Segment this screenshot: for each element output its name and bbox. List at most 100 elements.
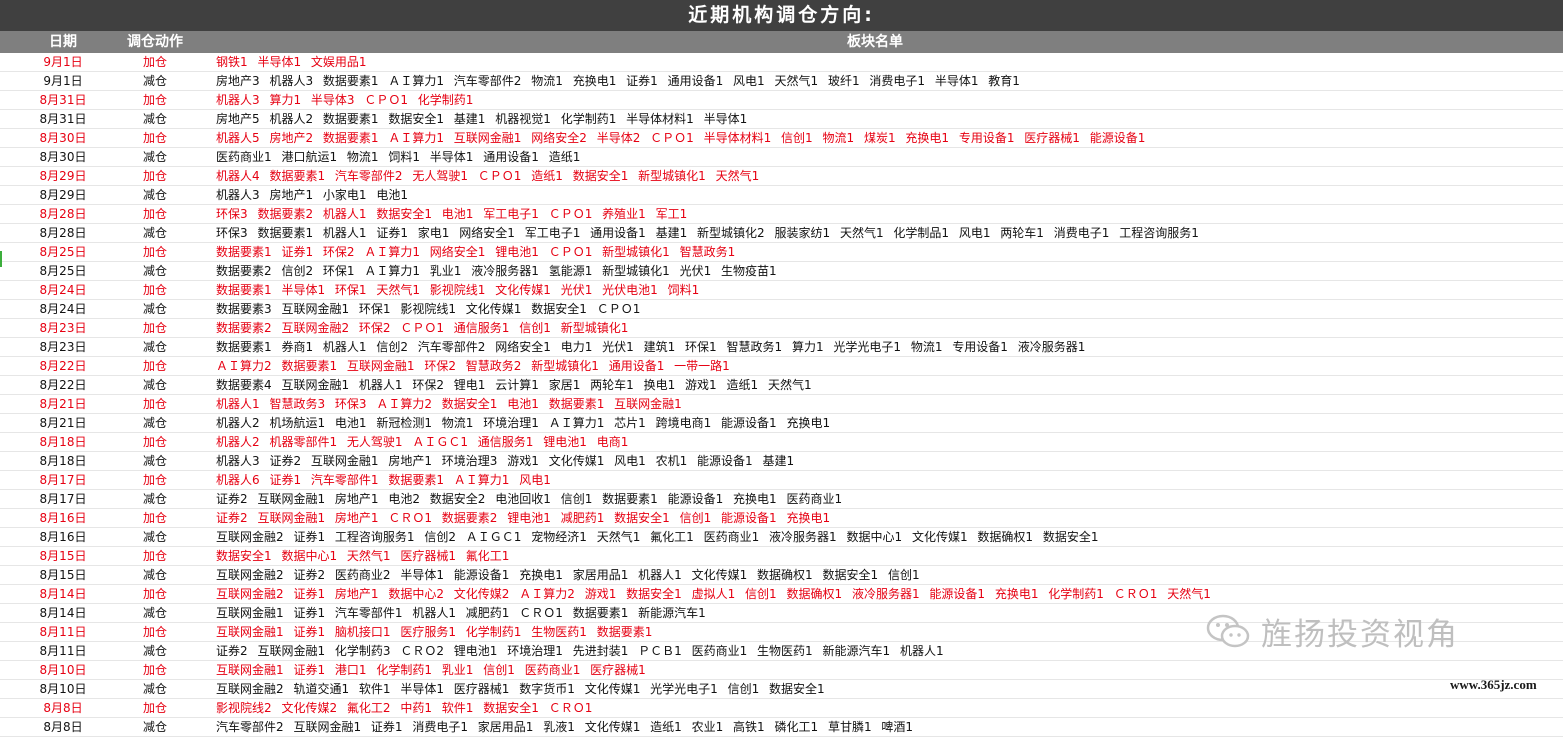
row-date: 8月30日 xyxy=(39,150,87,164)
row-sectors: 数据要素1 证券1 环保2 ＡＩ算力1 网络安全1 锂电池1 ＣＰＯ1 新型城镇… xyxy=(216,245,736,259)
row-sectors: 机器人3 房地产1 小家电1 电池1 xyxy=(216,188,408,202)
row-date: 8月25日 xyxy=(39,245,87,259)
row-sectors: 证券2 互联网金融1 房地产1 电池2 数据安全2 电池回收1 信创1 数据要素… xyxy=(216,492,843,506)
table-row: 8月15日 减仓 互联网金融2 证券2 医药商业2 半导体1 能源设备1 充换电1 … xyxy=(0,566,1563,585)
row-sectors: 数据要素1 券商1 机器人1 信创2 汽车零部件2 网络安全1 电力1 光伏1 … xyxy=(216,340,1086,354)
table-row: 8月10日 加仓 互联网金融1 证券1 港口1 化学制药1 乳业1 信创1 医药商业… xyxy=(0,661,1563,680)
row-sectors: 房地产3 机器人3 数据要素1 ＡＩ算力1 汽车零部件2 物流1 充换电1 证券… xyxy=(216,74,1020,88)
row-action: 减仓 xyxy=(142,340,167,354)
row-action: 减仓 xyxy=(142,682,167,696)
row-sectors: 汽车零部件2 互联网金融1 证券1 消费电子1 家居用品1 乳液1 文化传媒1 … xyxy=(216,720,914,734)
row-date: 9月1日 xyxy=(43,74,83,88)
row-date: 8月21日 xyxy=(39,397,87,411)
row-date: 8月30日 xyxy=(39,131,87,145)
row-action: 加仓 xyxy=(142,663,167,677)
row-action: 减仓 xyxy=(142,74,167,88)
row-sectors: 钢铁1 半导体1 文娱用品1 xyxy=(216,55,367,69)
row-date: 8月23日 xyxy=(39,321,87,335)
table-row: 8月24日 加仓 数据要素1 半导体1 环保1 天然气1 影视院线1 文化传媒1 光… xyxy=(0,281,1563,300)
table-header: 日期 调仓动作 板块名单 xyxy=(0,31,1563,53)
table-row: 9月1日 加仓 钢铁1 半导体1 文娱用品1 xyxy=(0,53,1563,72)
table-row: 8月23日 加仓 数据要素2 互联网金融2 环保2 ＣＰＯ1 通信服务1 信创1 新… xyxy=(0,319,1563,338)
row-sectors: 数据要素4 互联网金融1 机器人1 环保2 锂电1 云计算1 家居1 两轮车1 … xyxy=(216,378,812,392)
row-date: 8月15日 xyxy=(39,568,87,582)
row-sectors: 机器人2 机场航运1 电池1 新冠检测1 物流1 环境治理1 ＡＩ算力1 芯片1… xyxy=(216,416,831,430)
row-sectors: 环保3 数据要素2 机器人1 数据安全1 电池1 军工电子1 ＣＰＯ1 养殖业1… xyxy=(216,207,688,221)
row-date: 8月18日 xyxy=(39,454,87,468)
row-date: 8月28日 xyxy=(39,226,87,240)
table-row: 8月17日 加仓 机器人6 证券1 汽车零部件1 数据要素1 ＡＩ算力1 风电1 xyxy=(0,471,1563,490)
header-action: 调仓动作 xyxy=(127,34,183,50)
row-action: 减仓 xyxy=(142,150,167,164)
table-row: 8月28日 加仓 环保3 数据要素2 机器人1 数据安全1 电池1 军工电子1 ＣＰ… xyxy=(0,205,1563,224)
page-title: 近期机构调仓方向: xyxy=(0,0,1563,31)
header-sector-list: 板块名单 xyxy=(847,34,903,50)
table-row: 8月25日 减仓 数据要素2 信创2 环保1 ＡＩ算力1 乳业1 液冷服务器1 氢能… xyxy=(0,262,1563,281)
table-row: 8月21日 减仓 机器人2 机场航运1 电池1 新冠检测1 物流1 环境治理1 ＡＩ… xyxy=(0,414,1563,433)
row-sectors: 机器人4 数据要素1 汽车零部件2 无人驾驶1 ＣＰＯ1 造纸1 数据安全1 新… xyxy=(216,169,760,183)
row-action: 减仓 xyxy=(142,226,167,240)
row-action: 加仓 xyxy=(142,473,167,487)
row-action: 加仓 xyxy=(142,321,167,335)
row-action: 加仓 xyxy=(142,359,167,373)
table-row: 8月23日 减仓 数据要素1 券商1 机器人1 信创2 汽车零部件2 网络安全1 电… xyxy=(0,338,1563,357)
row-action: 加仓 xyxy=(142,131,167,145)
table-row: 8月17日 减仓 证券2 互联网金融1 房地产1 电池2 数据安全2 电池回收1 信… xyxy=(0,490,1563,509)
table-row: 8月31日 减仓 房地产5 机器人2 数据要素1 数据安全1 基建1 机器视觉1 化… xyxy=(0,110,1563,129)
row-sectors: 医药商业1 港口航运1 物流1 饲料1 半导体1 通用设备1 造纸1 xyxy=(216,150,581,164)
table-row: 8月31日 加仓 机器人3 算力1 半导体3 ＣＰＯ1 化学制药1 xyxy=(0,91,1563,110)
row-sectors: 机器人2 机器零部件1 无人驾驶1 ＡＩＧＣ1 通信服务1 锂电池1 电商1 xyxy=(216,435,629,449)
row-date: 8月28日 xyxy=(39,207,87,221)
table-row: 8月10日 减仓 互联网金融2 轨道交通1 软件1 半导体1 医疗器械1 数字货币1… xyxy=(0,680,1563,699)
row-action: 减仓 xyxy=(142,302,167,316)
row-action: 加仓 xyxy=(142,625,167,639)
row-sectors: 数据要素3 互联网金融1 环保1 影视院线1 文化传媒1 数据安全1 ＣＰＯ1 xyxy=(216,302,641,316)
row-action: 加仓 xyxy=(142,55,167,69)
row-date: 8月25日 xyxy=(39,264,87,278)
table-row: 8月29日 加仓 机器人4 数据要素1 汽车零部件2 无人驾驶1 ＣＰＯ1 造纸1 … xyxy=(0,167,1563,186)
row-action: 减仓 xyxy=(142,606,167,620)
row-action: 减仓 xyxy=(142,416,167,430)
row-action: 减仓 xyxy=(142,644,167,658)
row-date: 8月14日 xyxy=(39,587,87,601)
row-sectors: 数据要素2 互联网金融2 环保2 ＣＰＯ1 通信服务1 信创1 新型城镇化1 xyxy=(216,321,629,335)
row-date: 8月10日 xyxy=(39,682,87,696)
row-date: 8月11日 xyxy=(39,644,87,658)
watermark-text: 旌扬投资视角 xyxy=(1261,616,1459,653)
row-date: 8月21日 xyxy=(39,416,87,430)
table-row: 8月30日 加仓 机器人5 房地产2 数据要素1 ＡＩ算力1 互联网金融1 网络安全… xyxy=(0,129,1563,148)
row-date: 8月16日 xyxy=(39,511,87,525)
watermark: 旌扬投资视角 xyxy=(1205,606,1459,656)
row-action: 减仓 xyxy=(142,568,167,582)
table-row: 8月14日 加仓 互联网金融2 证券1 房地产1 数据中心2 文化传媒2 ＡＩ算力2… xyxy=(0,585,1563,604)
row-action: 加仓 xyxy=(142,397,167,411)
row-sectors: 机器人3 证券2 互联网金融1 房地产1 环境治理3 游戏1 文化传媒1 风电1… xyxy=(216,454,795,468)
row-date: 8月24日 xyxy=(39,283,87,297)
row-date: 8月31日 xyxy=(39,112,87,126)
row-sectors: 机器人3 算力1 半导体3 ＣＰＯ1 化学制药1 xyxy=(216,93,474,107)
row-action: 减仓 xyxy=(142,112,167,126)
row-action: 加仓 xyxy=(142,435,167,449)
row-sectors: 环保3 数据要素1 机器人1 证券1 家电1 网络安全1 军工电子1 通用设备1… xyxy=(216,226,1199,240)
row-date: 8月11日 xyxy=(39,625,87,639)
row-sectors: 互联网金融2 证券1 工程咨询服务1 信创2 ＡＩＧＣ1 宠物经济1 天然气1 … xyxy=(216,530,1099,544)
table-row: 8月30日 减仓 医药商业1 港口航运1 物流1 饲料1 半导体1 通用设备1 造纸… xyxy=(0,148,1563,167)
row-sectors: 互联网金融1 证券1 港口1 化学制药1 乳业1 信创1 医药商业1 医疗器械1 xyxy=(216,663,646,677)
row-date: 8月22日 xyxy=(39,359,87,373)
table-row: 9月1日 减仓 房地产3 机器人3 数据要素1 ＡＩ算力1 汽车零部件2 物流1 充… xyxy=(0,72,1563,91)
row-action: 减仓 xyxy=(142,378,167,392)
table-row: 8月25日 加仓 数据要素1 证券1 环保2 ＡＩ算力1 网络安全1 锂电池1 ＣＰ… xyxy=(0,243,1563,262)
row-date: 8月24日 xyxy=(39,302,87,316)
row-sectors: 互联网金融2 证券1 房地产1 数据中心2 文化传媒2 ＡＩ算力2 游戏1 数据… xyxy=(216,587,1211,601)
row-date: 8月31日 xyxy=(39,93,87,107)
row-sectors: 机器人5 房地产2 数据要素1 ＡＩ算力1 互联网金融1 网络安全2 半导体2 … xyxy=(216,131,1146,145)
row-sectors: 数据要素2 信创2 环保1 ＡＩ算力1 乳业1 液冷服务器1 氢能源1 新型城镇… xyxy=(216,264,777,278)
row-date: 8月17日 xyxy=(39,473,87,487)
row-sectors: 数据安全1 数据中心1 天然气1 医疗器械1 氟化工1 xyxy=(216,549,510,563)
table-row: 8月16日 加仓 证券2 互联网金融1 房地产1 ＣＲＯ1 数据要素2 锂电池1 减… xyxy=(0,509,1563,528)
row-date: 8月22日 xyxy=(39,378,87,392)
row-sectors: 数据要素1 半导体1 环保1 天然气1 影视院线1 文化传媒1 光伏1 光伏电池… xyxy=(216,283,700,297)
row-action: 减仓 xyxy=(142,530,167,544)
row-sectors: 机器人1 智慧政务3 环保3 ＡＩ算力2 数据安全1 电池1 数据要素1 互联网… xyxy=(216,397,682,411)
row-action: 加仓 xyxy=(142,511,167,525)
